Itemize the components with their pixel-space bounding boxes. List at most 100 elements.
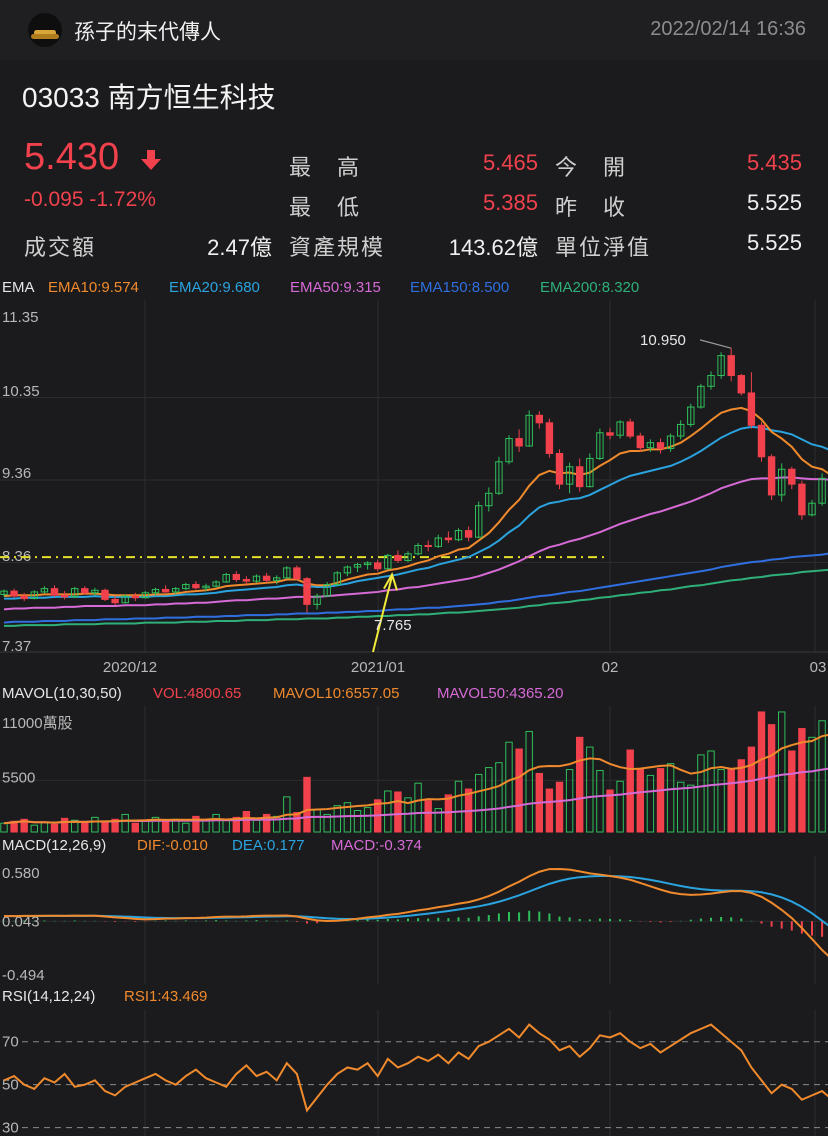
high-annotation: 10.950 [640, 332, 686, 349]
ema50-legend: EMA50:9.315 [290, 279, 381, 296]
volume-bar [424, 800, 432, 833]
candle-body [444, 537, 453, 541]
ema20-legend: EMA20:9.680 [169, 279, 260, 296]
candle-body [60, 594, 69, 598]
volume-bar [495, 762, 503, 833]
volume-bar [697, 754, 705, 833]
volume-bar [808, 736, 816, 833]
prev-close-value: 5.525 [746, 190, 802, 215]
volume-bar [656, 768, 665, 833]
mavol-title[interactable]: MAVOL(10,30,50) [2, 685, 122, 702]
ema10-legend: EMA10:9.574 [48, 279, 139, 296]
x-tick-label: 02 [602, 659, 619, 676]
volume-bar [384, 790, 392, 833]
arrow-shaft [372, 575, 393, 653]
y-tick-label: 9.36 [2, 465, 31, 482]
candle-body [757, 424, 766, 458]
volume-bar [131, 822, 140, 833]
candle-body [192, 583, 200, 589]
volume-bar [505, 741, 513, 833]
candle-body [747, 392, 756, 426]
y-tick-label: 11.35 [2, 309, 38, 326]
candlestick-chart[interactable]: 11.3510.359.368.367.372020/12 2021/01 02 03… [0, 300, 828, 682]
volume-bar [555, 781, 564, 833]
volume-bar [40, 821, 49, 833]
volume-bar [757, 711, 766, 833]
candle-body [606, 432, 614, 436]
volume-bar [727, 768, 735, 833]
candle-body [232, 574, 241, 580]
y-tick-label: 0.580 [2, 865, 40, 882]
candle-body [515, 438, 523, 447]
volume-bar [596, 770, 604, 833]
volume-bar [666, 763, 675, 833]
candle-body [111, 598, 119, 604]
y-tick-label: 7.37 [2, 638, 31, 655]
aum-label: 資產規模 [289, 236, 386, 261]
candle-body [788, 468, 796, 485]
volume-bar [363, 807, 372, 833]
high-label: 最 高 [289, 156, 362, 181]
y-tick-label: 10.35 [2, 383, 40, 400]
dif-legend: DIF:-0.010 [137, 837, 208, 854]
volume-bar [30, 824, 39, 833]
candle-body [656, 442, 665, 449]
candle-body [576, 466, 584, 488]
volume-bar [91, 816, 99, 833]
volume-bar [525, 730, 533, 833]
macd-title[interactable]: MACD(12,26,9) [2, 837, 106, 854]
candle-body [767, 456, 776, 496]
ema-title[interactable]: EMA [2, 279, 35, 296]
volume-bar [717, 769, 725, 833]
rsi-title[interactable]: RSI(14,12,24) [2, 988, 95, 1005]
volume-bar [454, 780, 463, 833]
high-leader-line [699, 339, 732, 349]
nav-value: 5.525 [746, 230, 802, 255]
volume-bar [636, 769, 644, 833]
turnover-label: 成交額 [24, 236, 97, 261]
stock-title: 03033 南方恒生科技 [22, 82, 276, 113]
candle-body [242, 578, 251, 582]
volume-bar [0, 822, 8, 833]
candle-body [262, 575, 271, 581]
volume-chart[interactable]: 11000萬股 5500 [0, 706, 828, 834]
volume-bar [707, 750, 715, 833]
candle-body [10, 590, 18, 597]
candle-body [535, 414, 543, 424]
macd-chart[interactable]: 0.5800.043-0.494 [0, 856, 828, 984]
volume-bar [646, 774, 655, 833]
vol-legend: VOL:4800.65 [153, 685, 242, 702]
volume-bar [737, 759, 745, 833]
candle-body [394, 554, 402, 561]
y-tick-label: 11000萬股 [2, 715, 73, 732]
volume-bar [475, 773, 483, 833]
rsi1-line [3, 1023, 828, 1113]
volume-bar [202, 819, 210, 833]
volume-bar [576, 736, 584, 833]
volume-bar [788, 750, 796, 833]
avatar[interactable] [28, 13, 62, 47]
rsi-chart[interactable]: 705030 [0, 1010, 828, 1136]
nav-label: 單位淨值 [555, 236, 652, 261]
open-label: 今 開 [555, 156, 628, 181]
ema50-line [3, 476, 828, 611]
volume-bar [545, 788, 554, 833]
volume-bar [747, 746, 756, 833]
volume-bar [767, 724, 776, 833]
ema20-line [4, 425, 828, 600]
volume-bar [242, 811, 251, 833]
candle-body [626, 421, 634, 437]
volume-bar [798, 728, 806, 833]
candle-body [50, 588, 59, 596]
volume-bar [161, 820, 170, 833]
aum-value: 143.62億 [448, 235, 538, 260]
volume-bar [485, 767, 493, 833]
candle-body [555, 452, 564, 485]
username[interactable]: 孫子的末代傳人 [74, 16, 221, 46]
volume-bar [182, 822, 190, 833]
high-value: 5.465 [482, 150, 538, 175]
volume-bar [50, 823, 59, 833]
candle-body [131, 595, 140, 599]
volume-bar [626, 749, 634, 833]
candle-body [727, 355, 735, 377]
